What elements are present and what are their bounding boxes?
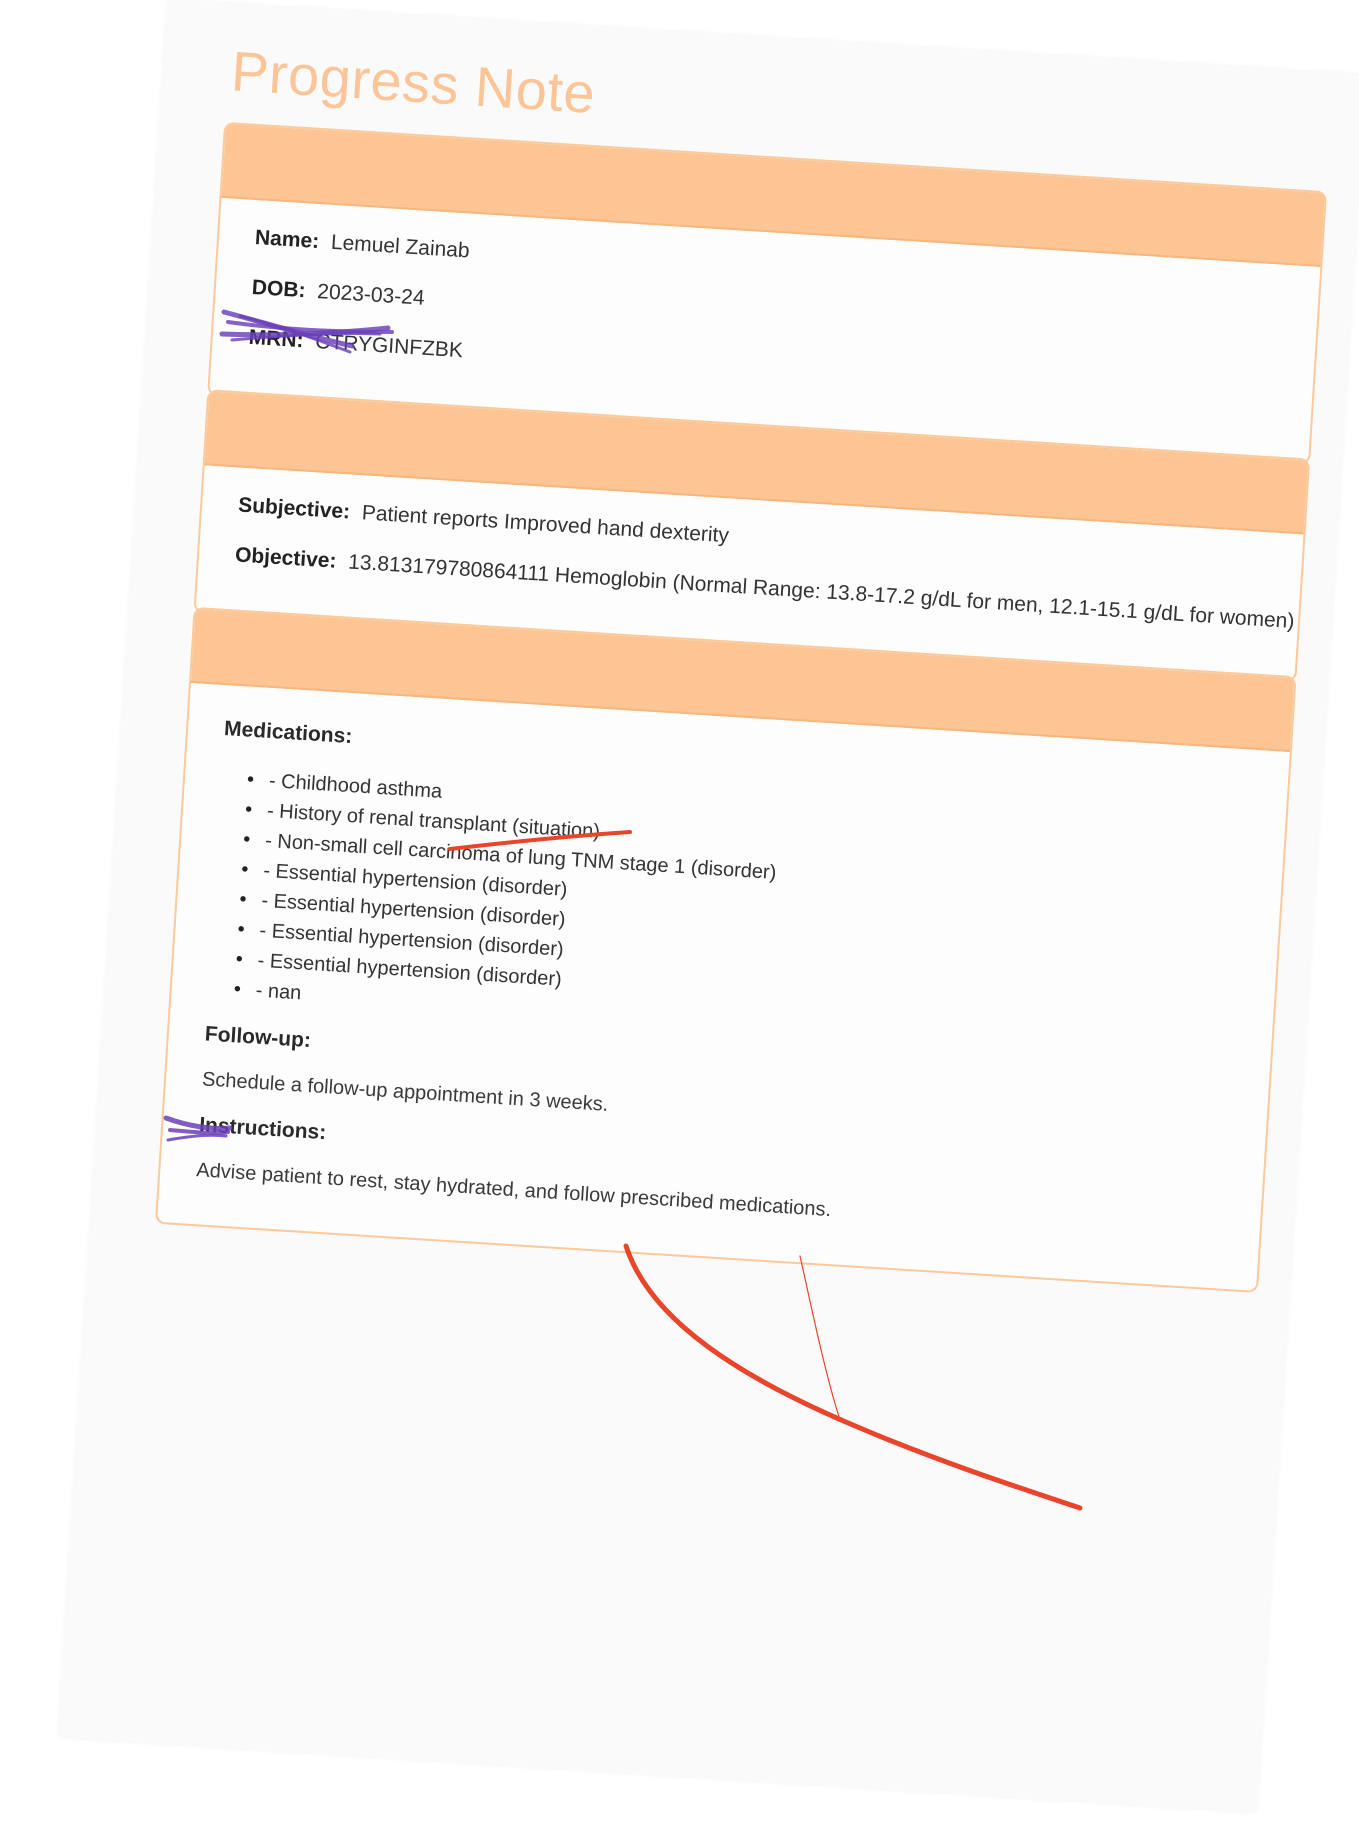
subjective-label: Subjective: — [237, 493, 351, 524]
medication-text: - nan — [255, 979, 302, 1005]
subjective-value: Patient reports Improved hand dexterity — [361, 501, 730, 548]
bullet-icon: • — [233, 978, 242, 1001]
mrn-label: MRN: — [248, 325, 305, 353]
medications-list: • - Childhood asthma • - History of renal … — [207, 763, 1249, 1067]
bullet-icon: • — [242, 828, 251, 851]
plan-body: Medications: • - Childhood asthma • - Hist… — [157, 683, 1290, 1291]
patient-name-value: Lemuel Zainab — [330, 230, 471, 263]
bullet-icon: • — [235, 948, 244, 971]
document-title: Progress Note — [229, 39, 598, 126]
name-label: Name: — [254, 226, 320, 253]
bullet-icon: • — [240, 858, 250, 881]
bullet-icon: • — [244, 798, 253, 821]
page-canvas: Progress Note Name: Lemuel Zainab DOB: 2… — [0, 0, 1359, 1837]
progress-note-document: Progress Note Name: Lemuel Zainab DOB: 2… — [58, 0, 1359, 1812]
patient-dob-value: 2023-03-24 — [316, 280, 426, 310]
bullet-icon: • — [246, 768, 255, 791]
dob-label: DOB: — [251, 275, 307, 303]
plan-section: Medications: • - Childhood asthma • - Hist… — [154, 606, 1297, 1294]
bullet-icon: • — [236, 918, 246, 941]
patient-mrn-value: CTRYGINFZBK — [314, 330, 464, 363]
objective-label: Objective: — [234, 543, 338, 573]
bullet-icon: • — [238, 888, 248, 911]
